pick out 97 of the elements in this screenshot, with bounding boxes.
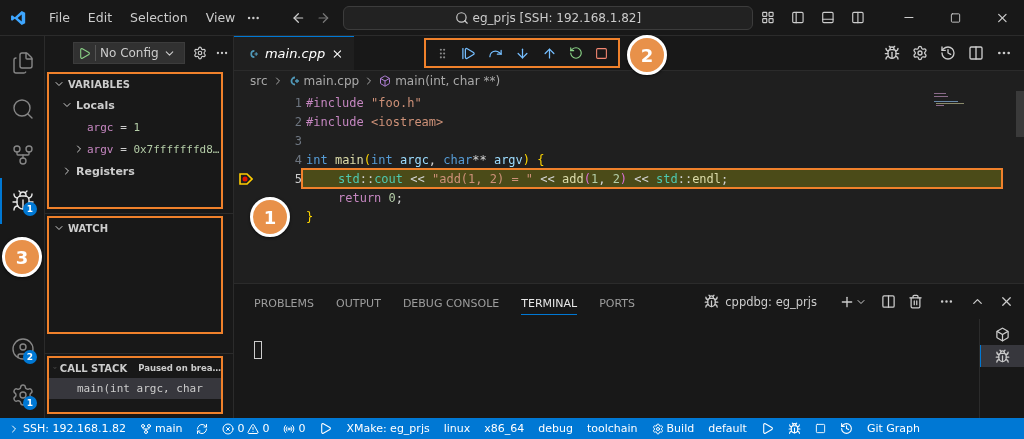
- split-icon[interactable]: [850, 10, 865, 25]
- sidebar-toggle-icon[interactable]: [791, 10, 805, 25]
- line-number: 1: [293, 95, 302, 110]
- breadcrumb-item[interactable]: main.cpp: [303, 74, 360, 88]
- problems-status[interactable]: 0 0: [222, 422, 270, 435]
- stack-frame[interactable]: main(int argc, char: [49, 378, 221, 399]
- close-panel-icon[interactable]: [999, 294, 1014, 309]
- line-number: 5: [293, 171, 302, 186]
- run-debug-icon[interactable]: [884, 45, 900, 61]
- cube-icon: [995, 326, 1010, 342]
- menu-item[interactable]: View: [198, 10, 243, 25]
- panel-tab[interactable]: DEBUG CONSOLE: [402, 288, 500, 315]
- search-icon: [11, 97, 35, 121]
- sync-icon[interactable]: [196, 422, 209, 435]
- step-into-icon[interactable]: [515, 45, 530, 61]
- search-icon: [454, 10, 469, 25]
- breadcrumb-item[interactable]: main(int, char **): [395, 74, 501, 88]
- panel-tab[interactable]: PORTS: [599, 288, 635, 315]
- status-item[interactable]: debug: [538, 422, 573, 435]
- section-header[interactable]: CALL STACK Paused on brea…: [49, 358, 221, 378]
- command-center[interactable]: eg_prjs [SSH: 192.168.1.82]: [342, 5, 754, 30]
- stop-icon[interactable]: [595, 46, 608, 60]
- bug-icon[interactable]: [787, 422, 801, 435]
- menu-item[interactable]: Selection: [123, 10, 195, 25]
- editor-tab[interactable]: main.cpp: [234, 36, 354, 70]
- gear-icon: [651, 422, 664, 435]
- maximize-icon[interactable]: [950, 11, 962, 24]
- line-number: 2: [293, 114, 302, 129]
- status-item[interactable]: XMake: eg_prjs: [346, 422, 430, 435]
- history-icon[interactable]: [940, 45, 956, 61]
- split-terminal-icon[interactable]: [881, 294, 896, 309]
- run-debug-icon: [11, 189, 35, 213]
- activity-item[interactable]: 1: [0, 178, 44, 224]
- variable-item[interactable]: argc = 1: [49, 116, 221, 138]
- variable-item[interactable]: argv = 0x7fffffffd8…: [49, 138, 221, 160]
- settings-icon: [11, 383, 35, 407]
- play-icon: [78, 46, 91, 60]
- status-item[interactable]: linux: [443, 422, 471, 435]
- status-item[interactable]: toolchain: [586, 422, 638, 435]
- launch-config-select[interactable]: No Config: [73, 42, 185, 64]
- breadcrumb-item[interactable]: src: [250, 74, 268, 88]
- status-item[interactable]: default: [708, 422, 747, 435]
- branch-status[interactable]: main: [139, 422, 183, 435]
- cube-icon: [379, 75, 392, 87]
- cpp-file-icon: [248, 47, 259, 60]
- play-icon[interactable]: [760, 422, 774, 435]
- section-header[interactable]: WATCH: [49, 218, 221, 238]
- status-item[interactable]: Git Graph: [866, 422, 921, 435]
- panel-tab[interactable]: PROBLEMS: [254, 288, 315, 315]
- annotation-marker: 3: [2, 237, 42, 277]
- count-badge: 1: [23, 396, 37, 410]
- bug-icon: [704, 294, 720, 309]
- panel-tab[interactable]: OUTPUT: [336, 288, 381, 315]
- count-badge: 1: [23, 202, 37, 216]
- terminal-item[interactable]: [980, 345, 1024, 367]
- scrollbar-thumb[interactable]: [1016, 91, 1024, 137]
- scope-item[interactable]: Locals: [49, 94, 221, 116]
- terminal-cursor: [254, 341, 262, 359]
- line-number: 4: [293, 152, 302, 167]
- build-status[interactable]: Build: [651, 422, 695, 435]
- ports-status[interactable]: 0: [283, 422, 306, 435]
- branch-icon: [139, 422, 152, 435]
- code-line: int main(int argc, char** argv) {: [305, 151, 545, 169]
- activity-item[interactable]: 1: [0, 372, 44, 418]
- count-badge: 2: [23, 350, 37, 364]
- trash-icon[interactable]: [908, 294, 923, 309]
- error-icon: [222, 422, 235, 435]
- continue-icon[interactable]: [461, 45, 476, 61]
- play-icon[interactable]: [319, 422, 333, 435]
- antenna-icon: [283, 422, 296, 435]
- restart-icon[interactable]: [569, 46, 583, 60]
- section-status: Paused on brea…: [138, 363, 221, 373]
- code-line: #include <iostream>: [305, 113, 444, 131]
- layout-icon[interactable]: [761, 10, 775, 25]
- section-header[interactable]: VARIABLES: [49, 74, 221, 94]
- code-line: #include "foo.h": [305, 94, 422, 112]
- status-item[interactable]: x86_64: [484, 422, 525, 435]
- source-control-icon: [11, 143, 35, 167]
- panel-tab[interactable]: TERMINAL: [521, 288, 578, 315]
- warning-icon: [247, 422, 260, 435]
- step-out-icon[interactable]: [542, 45, 557, 61]
- terminal-name[interactable]: cppdbg: eg_prjs: [725, 294, 817, 309]
- menu-item[interactable]: File: [41, 10, 77, 25]
- bug-icon: [995, 348, 1010, 364]
- activity-item[interactable]: 2: [0, 326, 44, 372]
- panel-toggle-icon[interactable]: [820, 10, 835, 25]
- code-line: return 0;: [337, 189, 404, 207]
- menu-item[interactable]: Edit: [80, 10, 120, 25]
- remote-status[interactable]: SSH: 192.168.1.82: [8, 422, 126, 435]
- settings-icon[interactable]: [193, 46, 207, 60]
- scope-item[interactable]: Registers: [49, 160, 221, 182]
- files-icon: [11, 51, 35, 75]
- code-line: }: [305, 208, 314, 226]
- settings-icon[interactable]: [912, 45, 928, 61]
- app-logo-icon: [10, 8, 27, 27]
- split-editor-icon[interactable]: [968, 45, 984, 61]
- line-number: 3: [293, 133, 302, 148]
